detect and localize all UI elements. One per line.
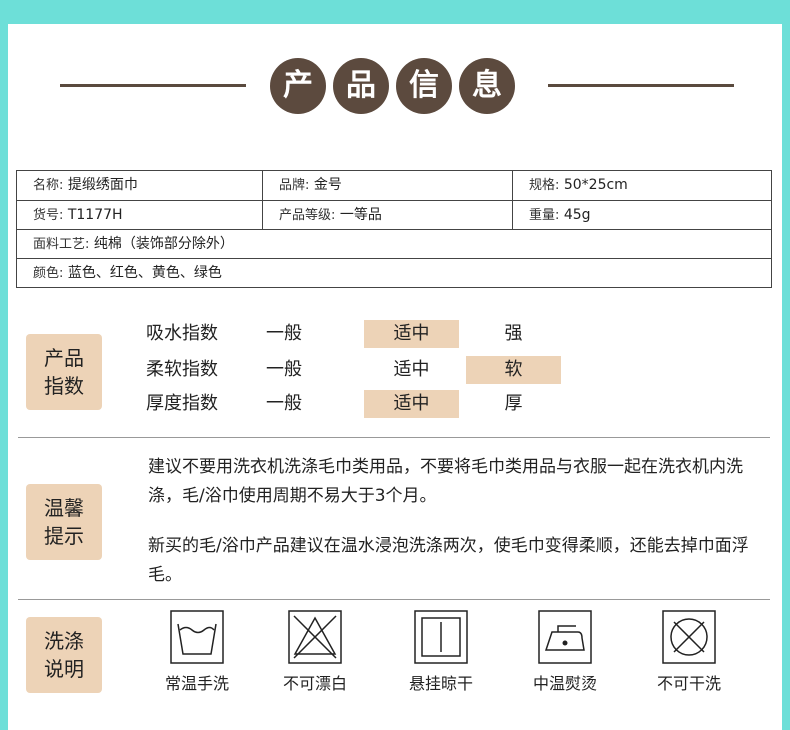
- name-value: 提缎绣面巾: [67, 177, 138, 193]
- index-badge: 产品 指数: [26, 334, 102, 410]
- info-row: 名称: 提缎绣面巾 品牌: 金号 规格: 50*25cm: [17, 171, 771, 200]
- tip-paragraph-2: 新买的毛/浴巾产品建议在温水浸泡洗涤两次，使毛巾变得柔顺，还能去掉巾面浮毛。: [148, 536, 749, 585]
- wash-item: 不可漂白: [270, 610, 360, 694]
- index-option: 适中: [393, 359, 430, 380]
- section-title: 产 品 信 息: [270, 58, 515, 114]
- wash-item: 不可干洗: [644, 610, 734, 694]
- brand-cell: 品牌: 金号: [262, 171, 512, 200]
- material-cell: 面料工艺: 纯棉（装饰部分除外）: [17, 230, 771, 258]
- header-line-left: [60, 84, 246, 87]
- grade-cell: 产品等级: 一等品: [262, 201, 512, 229]
- index-option: 一般: [266, 393, 302, 414]
- index-option: 强: [504, 323, 523, 344]
- hand-wash-icon: [170, 610, 224, 664]
- title-char-2: 品: [333, 58, 389, 114]
- sku-label: 货号:: [33, 208, 64, 223]
- index-option-selected: 适中: [364, 390, 459, 418]
- product-info-page: 产 品 信 息 名称: 提缎绣面巾 品牌: 金号 规格: 50*25cm 货号:…: [8, 24, 782, 730]
- color-cell: 颜色: 蓝色、红色、黄色、绿色: [17, 259, 771, 287]
- weight-label: 重量:: [529, 208, 560, 223]
- info-row: 面料工艺: 纯棉（装饰部分除外）: [17, 229, 771, 258]
- sku-cell: 货号: T1177H: [17, 201, 262, 229]
- title-char-3: 信: [396, 58, 452, 114]
- wash-badge: 洗涤 说明: [26, 617, 102, 693]
- index-badge-line1: 产品: [44, 346, 84, 370]
- index-badge-line2: 指数: [44, 374, 84, 398]
- wash-label: 不可漂白: [282, 674, 347, 693]
- grade-value: 一等品: [339, 207, 382, 223]
- hang-dry-icon: [414, 610, 468, 664]
- wash-label: 悬挂晾干: [408, 674, 473, 693]
- tips-badge-line1: 温馨: [44, 496, 84, 520]
- no-bleach-icon: [288, 610, 342, 664]
- sku-value: T1177H: [67, 207, 123, 223]
- index-row-thick: 厚度指数 一般 适中 厚: [146, 390, 606, 418]
- material-value: 纯棉（装饰部分除外）: [93, 236, 234, 252]
- grade-label: 产品等级:: [279, 208, 336, 223]
- index-name: 厚度指数: [146, 393, 218, 414]
- tip-paragraph-1: 建议不要用洗衣机洗涤毛巾类用品，不要将毛巾类用品与衣服一起在洗衣机内洗涤，毛/浴…: [148, 457, 743, 506]
- name-cell: 名称: 提缎绣面巾: [17, 171, 262, 200]
- wash-label: 中温熨烫: [532, 674, 597, 693]
- brand-label: 品牌:: [279, 178, 310, 193]
- index-name: 柔软指数: [146, 359, 218, 380]
- color-label: 颜色:: [33, 266, 64, 281]
- index-name: 吸水指数: [146, 323, 218, 344]
- divider: [18, 599, 770, 600]
- info-row: 颜色: 蓝色、红色、黄色、绿色: [17, 258, 771, 287]
- tips-badge-line2: 提示: [44, 524, 84, 548]
- weight-value: 45g: [563, 207, 591, 223]
- spec-value: 50*25cm: [563, 177, 628, 193]
- spec-cell: 规格: 50*25cm: [512, 171, 771, 200]
- index-option: 一般: [266, 323, 302, 344]
- material-label: 面料工艺:: [33, 237, 90, 252]
- header-line-right: [548, 84, 734, 87]
- index-option-selected: 适中: [364, 320, 459, 348]
- brand-value: 金号: [313, 177, 342, 193]
- wash-badge-line2: 说明: [44, 657, 84, 681]
- tips-badge: 温馨 提示: [26, 484, 102, 560]
- no-dry-clean-icon: [662, 610, 716, 664]
- wash-label: 常温手洗: [164, 674, 229, 693]
- info-table: 名称: 提缎绣面巾 品牌: 金号 规格: 50*25cm 货号: T1177H …: [16, 170, 772, 288]
- title-char-1: 产: [270, 58, 326, 114]
- wash-label: 不可干洗: [656, 674, 721, 693]
- wash-item: 中温熨烫: [520, 610, 610, 694]
- wash-badge-line1: 洗涤: [44, 629, 84, 653]
- spec-label: 规格:: [529, 178, 560, 193]
- divider: [18, 437, 770, 438]
- index-row-soft: 柔软指数 一般 适中 软: [146, 356, 606, 384]
- color-value: 蓝色、红色、黄色、绿色: [67, 265, 222, 281]
- iron-medium-icon: [538, 610, 592, 664]
- title-char-4: 息: [459, 58, 515, 114]
- wash-item: 悬挂晾干: [396, 610, 486, 694]
- index-row-absorb: 吸水指数 一般 适中 强: [146, 320, 606, 348]
- weight-cell: 重量: 45g: [512, 201, 771, 229]
- index-option: 厚: [504, 393, 523, 414]
- name-label: 名称:: [33, 178, 64, 193]
- index-option-selected: 软: [466, 356, 561, 384]
- info-row: 货号: T1177H 产品等级: 一等品 重量: 45g: [17, 200, 771, 229]
- index-option: 一般: [266, 359, 302, 380]
- wash-item: 常温手洗: [152, 610, 242, 694]
